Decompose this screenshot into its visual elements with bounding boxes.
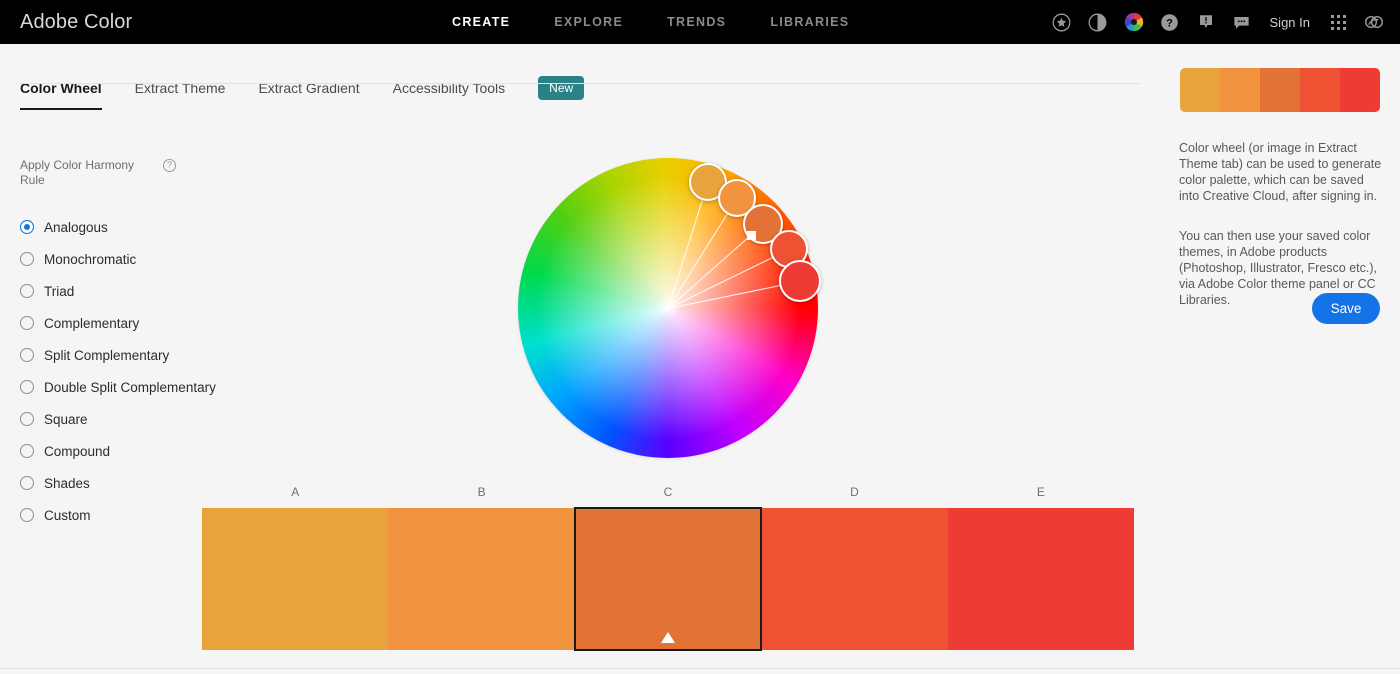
info-paragraph-1: Color wheel (or image in Extract Theme t… [1179, 141, 1382, 203]
radio-dot-monochromatic [20, 252, 34, 266]
radio-label-triad: Triad [44, 283, 75, 299]
color-wheel-widget[interactable] [518, 158, 821, 458]
selected-swatch-marker [661, 632, 676, 643]
tab-bar: Color Wheel Extract Theme Extract Gradie… [0, 44, 1160, 128]
palette-preview-c [1260, 68, 1300, 112]
palette-swatch-d[interactable] [761, 508, 948, 650]
radio-complementary[interactable]: Complementary [20, 307, 260, 339]
nav-item-create[interactable]: CREATE [430, 0, 532, 44]
sign-in-button[interactable]: Sign In [1260, 0, 1320, 44]
radio-label-shades: Shades [44, 475, 90, 491]
radio-dot-triad [20, 284, 34, 298]
swatch-letter-a: A [291, 485, 300, 499]
palette-preview-a [1180, 68, 1220, 112]
tab-accessibility-tools[interactable]: Accessibility Tools [393, 80, 506, 110]
radio-double-split-complementary[interactable]: Double Split Complementary [20, 371, 260, 403]
palette-swatch-c[interactable] [573, 507, 763, 651]
harmony-title: Apply Color Harmony Rule [20, 158, 135, 187]
info-panel: Color wheel (or image in Extract Theme t… [1160, 44, 1400, 674]
swatch-letter-d: D [850, 485, 859, 499]
radio-compound[interactable]: Compound [20, 435, 260, 467]
palette-preview [1180, 68, 1380, 112]
radio-dot-square [20, 412, 34, 426]
wheel-marker-e[interactable] [779, 260, 821, 302]
palette-swatch-e[interactable] [947, 508, 1135, 650]
radio-dot-custom [20, 508, 34, 522]
top-icon-bar: ? Sign In [1044, 0, 1392, 44]
new-badge[interactable]: New [538, 76, 585, 100]
bottom-divider [0, 668, 1400, 669]
help-icon[interactable]: ? [1152, 0, 1188, 44]
radio-label-square: Square [44, 411, 88, 427]
radio-dot-compound [20, 444, 34, 458]
tab-color-wheel[interactable]: Color Wheel [20, 80, 102, 110]
color-wheel-icon[interactable] [1116, 0, 1152, 44]
radio-label-complementary: Complementary [44, 315, 140, 331]
swatch-letter-c: C [663, 485, 673, 499]
palette-preview-e [1340, 68, 1380, 112]
palette-preview-d [1300, 68, 1340, 112]
apps-grid-icon[interactable] [1320, 0, 1356, 44]
palette-preview-b [1220, 68, 1260, 112]
radio-square[interactable]: Square [20, 403, 260, 435]
swatch-letter-e: E [1036, 485, 1045, 499]
feedback-icon[interactable] [1188, 0, 1224, 44]
creative-cloud-icon[interactable] [1356, 0, 1392, 44]
radio-dot-analogous [20, 220, 34, 234]
nav-item-explore[interactable]: EXPLORE [532, 0, 645, 44]
save-button[interactable]: Save [1312, 293, 1380, 324]
radio-label-custom: Custom [44, 507, 91, 523]
harmony-panel: Apply Color Harmony Rule ? Analogous Mon… [20, 158, 260, 531]
radio-monochromatic[interactable]: Monochromatic [20, 243, 260, 275]
harmony-help-icon[interactable]: ? [163, 159, 176, 172]
harmony-rule-list: Analogous Monochromatic Triad Complement… [20, 211, 260, 531]
radio-dot-complementary [20, 316, 34, 330]
main-nav: CREATE EXPLORE TRENDS LIBRARIES [430, 0, 871, 44]
top-bar: Adobe Color CREATE EXPLORE TRENDS LIBRAR… [0, 0, 1400, 44]
palette-swatch-a[interactable] [202, 508, 389, 650]
harmony-header: Apply Color Harmony Rule ? [20, 158, 190, 188]
swatch-letter-b: B [477, 485, 486, 499]
tab-list: Color Wheel Extract Theme Extract Gradie… [20, 76, 585, 114]
swatch-letter-row: A B C D E [202, 485, 1134, 499]
radio-label-analogous: Analogous [44, 219, 108, 235]
radio-label-monochromatic: Monochromatic [44, 251, 137, 267]
radio-label-split-complementary: Split Complementary [44, 347, 170, 363]
radio-dot-split-complementary [20, 348, 34, 362]
star-circle-icon[interactable] [1044, 0, 1080, 44]
nav-item-libraries[interactable]: LIBRARIES [748, 0, 871, 44]
brand-title[interactable]: Adobe Color [20, 0, 132, 44]
radio-label-compound: Compound [44, 443, 111, 459]
radio-analogous[interactable]: Analogous [20, 211, 260, 243]
tab-underline-divider [20, 83, 1140, 84]
palette-swatch-b[interactable] [388, 508, 575, 650]
tab-extract-theme[interactable]: Extract Theme [135, 80, 226, 110]
palette-swatch-strip [202, 507, 1135, 651]
svg-text:?: ? [1166, 17, 1173, 29]
nav-item-trends[interactable]: TRENDS [645, 0, 748, 44]
radio-triad[interactable]: Triad [20, 275, 260, 307]
contrast-icon[interactable] [1080, 0, 1116, 44]
radio-dot-double-split-complementary [20, 380, 34, 394]
radio-split-complementary[interactable]: Split Complementary [20, 339, 260, 371]
radio-dot-shades [20, 476, 34, 490]
chat-icon[interactable] [1224, 0, 1260, 44]
radio-label-double-split-complementary: Double Split Complementary [44, 379, 216, 395]
tab-extract-gradient[interactable]: Extract Gradient [258, 80, 359, 110]
